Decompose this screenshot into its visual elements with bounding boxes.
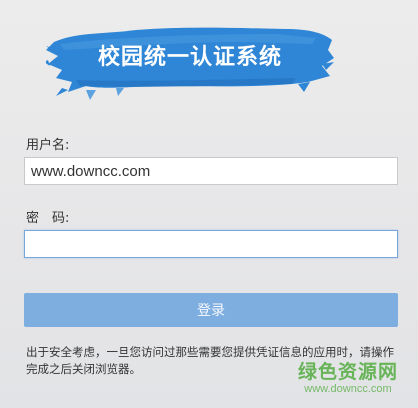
- password-label: 密 码:: [26, 211, 70, 226]
- username-input[interactable]: [24, 157, 398, 185]
- security-notice: 出于安全考虑，一旦您访问过那些需要您提供凭证信息的应用时，请操作完成之后关闭浏览…: [26, 345, 394, 376]
- page-title: 校园统一认证系统: [97, 45, 282, 70]
- login-button[interactable]: 登录: [24, 293, 398, 327]
- watermark-url: www.downcc.com: [304, 383, 392, 395]
- header-banner: 校园统一认证系统: [46, 20, 334, 106]
- password-input[interactable]: [24, 230, 398, 258]
- username-label: 用户名:: [26, 138, 70, 153]
